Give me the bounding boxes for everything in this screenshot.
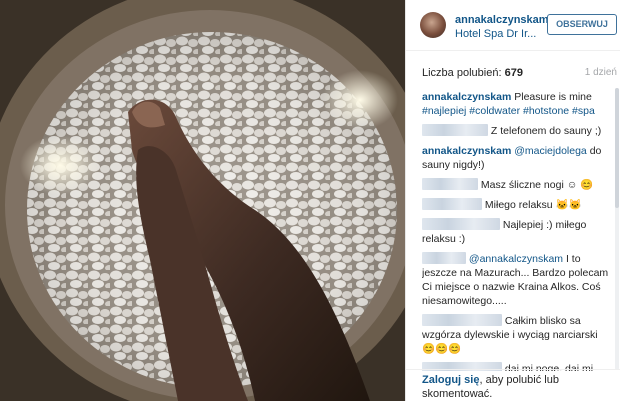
scrollbar-thumb[interactable] <box>615 88 619 208</box>
comment: annakalczynskam @maciejdolega do sauny n… <box>422 144 610 172</box>
comment-text: Masz śliczne nogi ☺ 😊 <box>480 179 594 191</box>
post-age[interactable]: 1 dzień <box>585 67 617 78</box>
comment-mention[interactable]: @maciejdolega <box>514 145 587 157</box>
blurred-username <box>422 252 466 264</box>
post-sidebar: annakalczynskam Hotel Spa Dr Ir... OBSER… <box>405 0 620 401</box>
comment-text: Z telefonem do sauny ;) <box>490 125 602 137</box>
comment-text: Miłego relaksu 🐱🐱 <box>484 199 582 211</box>
likes-number: 679 <box>504 67 523 79</box>
follow-button[interactable]: OBSERWUJ <box>547 14 617 35</box>
likes-row: Liczba polubień: 679 1 dzień <box>422 67 617 81</box>
likes-count[interactable]: Liczba polubień: 679 <box>422 67 523 79</box>
blurred-username <box>422 218 500 230</box>
hashtag[interactable]: #hotstone <box>523 105 569 117</box>
hashtag[interactable]: #spa <box>572 105 595 117</box>
comment: Z telefonem do sauny ;) <box>422 124 610 138</box>
blurred-username <box>422 178 478 190</box>
comment: Masz śliczne nogi ☺ 😊 <box>422 178 610 192</box>
hashtag[interactable]: #coldwater <box>469 105 520 117</box>
comment-mention[interactable]: @annakalczynskam <box>469 253 563 265</box>
comment-username[interactable]: annakalczynskam <box>422 91 511 103</box>
comment: Najlepiej :) miłego relaksu :) <box>422 218 610 246</box>
hashtag[interactable]: #najlepiej <box>422 105 466 117</box>
comment: Miłego relaksu 🐱🐱 <box>422 198 610 212</box>
blurred-username <box>422 314 502 326</box>
post-location[interactable]: Hotel Spa Dr Ir... <box>455 28 549 40</box>
comment-username[interactable]: annakalczynskam <box>422 145 511 157</box>
avatar[interactable] <box>420 12 446 38</box>
post-username[interactable]: annakalczynskam <box>455 14 549 26</box>
blurred-username <box>422 198 482 210</box>
comment: @annakalczynskam I to jeszcze na Mazurac… <box>422 252 610 308</box>
login-link[interactable]: Zaloguj się <box>422 374 479 386</box>
comment: annakalczynskam Pleasure is mine #najlep… <box>422 90 610 118</box>
blurred-username <box>422 124 488 136</box>
comment-text: Pleasure is mine <box>514 91 592 103</box>
likes-label: Liczba polubień: <box>422 67 502 79</box>
post-footer: Zaloguj się, aby polubić lub skomentować… <box>406 369 620 402</box>
comment: Całkim blisko sa wzgórza dylewskie i wyc… <box>422 314 610 356</box>
post-photo[interactable] <box>0 0 405 401</box>
comments-scrollbar[interactable] <box>615 88 619 370</box>
comment-list: annakalczynskam Pleasure is mine #najlep… <box>422 90 610 371</box>
spa-foot-bath-image <box>0 0 405 401</box>
post-header: annakalczynskam Hotel Spa Dr Ir... OBSER… <box>406 0 620 51</box>
login-prompt: Zaloguj się, aby polubić lub skomentować… <box>422 373 612 401</box>
